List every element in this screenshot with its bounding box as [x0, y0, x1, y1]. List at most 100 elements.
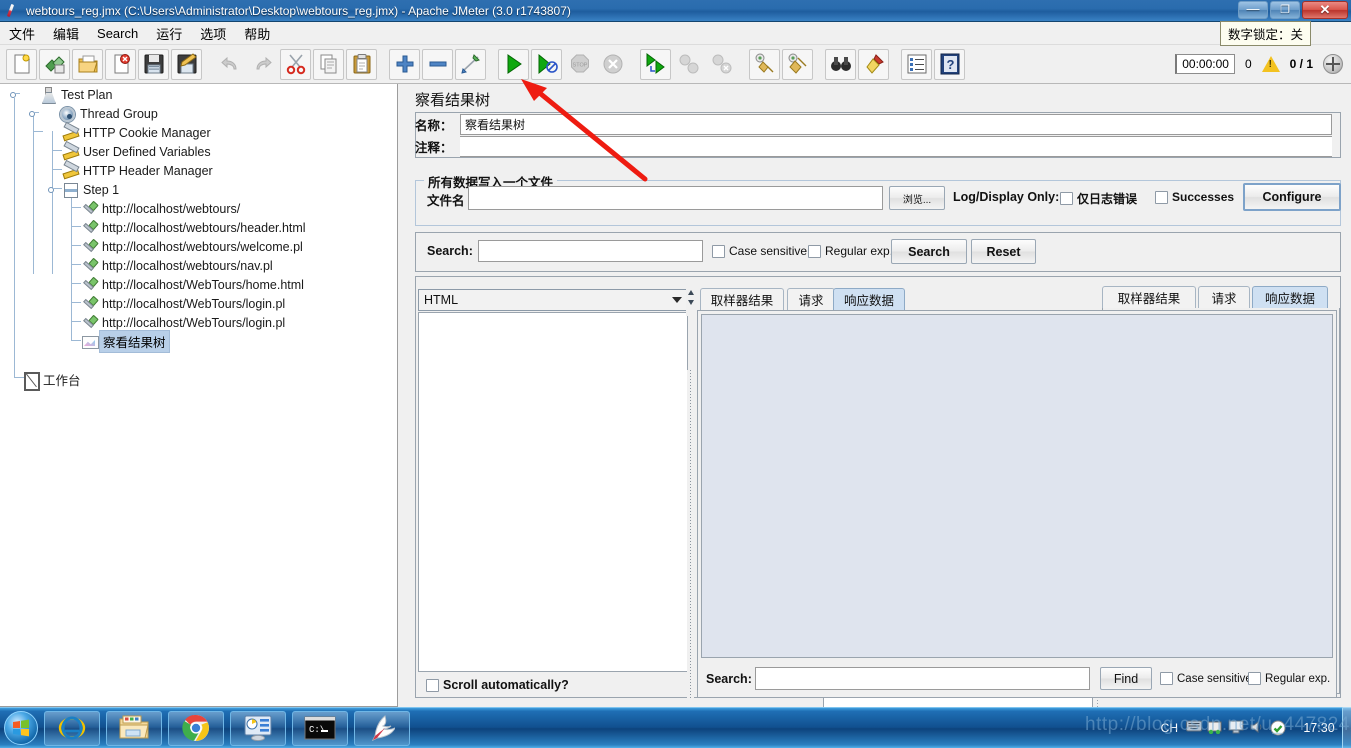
- errors-only-checkbox[interactable]: 仅日志错误: [1060, 190, 1137, 207]
- tree-node-user-defined-variables[interactable]: User Defined Variables: [62, 142, 211, 161]
- undo-button[interactable]: [214, 49, 245, 80]
- open-button[interactable]: [72, 48, 103, 80]
- comment-input[interactable]: [460, 136, 1332, 157]
- regular-exp-checkbox[interactable]: Regular exp.: [808, 244, 893, 258]
- tree-node-view-results-tree[interactable]: 察看结果树: [81, 330, 170, 353]
- tree-line: [71, 321, 81, 322]
- search-button[interactable]: Search: [891, 239, 967, 264]
- response-search-input[interactable]: [755, 667, 1090, 690]
- successes-checkbox[interactable]: Successes: [1155, 190, 1234, 204]
- inner-splitter-buttons[interactable]: [686, 286, 695, 316]
- help-button[interactable]: ?: [934, 48, 965, 80]
- tree-expand-handle-step1[interactable]: [48, 184, 58, 193]
- tree-node-workbench[interactable]: 工作台: [22, 370, 81, 391]
- clear-all-button[interactable]: [782, 48, 813, 80]
- menu-edit[interactable]: 编辑: [44, 22, 88, 45]
- menu-file[interactable]: 文件: [0, 22, 44, 45]
- tree-node-http-header-manager[interactable]: HTTP Header Manager: [62, 161, 213, 180]
- clear-button[interactable]: [749, 48, 780, 80]
- tab-response-data[interactable]: 响应数据: [1252, 286, 1328, 308]
- paste-button[interactable]: [346, 48, 377, 80]
- test-plan-tree[interactable]: Test Plan Thread Group HTTP Cookie Manag…: [0, 84, 398, 707]
- close-button[interactable]: ✕: [1302, 1, 1348, 19]
- taskbar-internet-explorer[interactable]: [44, 710, 100, 746]
- save-as-button[interactable]: [171, 48, 202, 80]
- tree-node-test-plan[interactable]: Test Plan: [40, 85, 112, 104]
- tree-expand-handle-thread-group[interactable]: [29, 108, 39, 117]
- remote-shutdown-all-button[interactable]: [706, 49, 737, 80]
- response-case-sensitive-checkbox[interactable]: Case sensitive: [1160, 672, 1252, 685]
- splitter-down-arrow-icon[interactable]: [688, 300, 694, 305]
- reset-button[interactable]: Reset: [971, 239, 1036, 264]
- function-helper-button[interactable]: [901, 48, 932, 80]
- stop-button[interactable]: STOP: [564, 49, 595, 80]
- name-input[interactable]: 察看结果树: [460, 114, 1332, 135]
- save-button[interactable]: [138, 48, 169, 80]
- tab-response-data-2[interactable]: 响应数据: [833, 288, 905, 310]
- tree-node-sampler[interactable]: http://localhost/WebTours/home.html: [81, 275, 304, 294]
- taskbar-control-panel[interactable]: [230, 710, 286, 746]
- tree-node-sampler[interactable]: http://localhost/webtours/welcome.pl: [81, 237, 303, 256]
- response-find-button[interactable]: Find: [1100, 667, 1152, 690]
- tree-node-http-cookie-manager[interactable]: HTTP Cookie Manager: [62, 123, 211, 142]
- chevron-down-icon[interactable]: [667, 290, 687, 310]
- menu-search[interactable]: Search: [88, 24, 147, 43]
- results-list-view[interactable]: [418, 312, 688, 672]
- tree-node-sampler[interactable]: http://localhost/webtours/nav.pl: [81, 256, 273, 275]
- configure-button[interactable]: Configure: [1243, 183, 1341, 211]
- tab-label: 请求: [1211, 292, 1237, 306]
- start-no-pauses-button[interactable]: [531, 48, 562, 80]
- collapse-all-button[interactable]: [422, 48, 453, 80]
- tab-request-2[interactable]: 请求: [787, 288, 835, 310]
- menu-help[interactable]: 帮助: [235, 22, 279, 45]
- shutdown-button[interactable]: [597, 49, 628, 80]
- copy-button[interactable]: [313, 48, 344, 80]
- tree-node-sampler[interactable]: http://localhost/WebTours/login.pl: [81, 294, 285, 313]
- browse-button[interactable]: 浏览...: [889, 186, 945, 210]
- renderer-combo[interactable]: HTML: [418, 289, 688, 311]
- close-document-button[interactable]: [105, 48, 136, 80]
- tab-sampler-result-2[interactable]: 取样器结果: [700, 288, 784, 310]
- templates-button[interactable]: [39, 48, 70, 80]
- search-button[interactable]: [825, 48, 856, 80]
- tree-node-sampler[interactable]: http://localhost/webtours/header.html: [81, 218, 306, 237]
- cut-button[interactable]: [280, 48, 311, 80]
- remote-start-all-button[interactable]: [640, 48, 671, 80]
- search-reset-button[interactable]: [858, 48, 889, 80]
- taskbar-command-prompt[interactable]: C:\: [292, 710, 348, 746]
- splitter-up-arrow-icon[interactable]: [688, 290, 694, 295]
- inner-splitter-track[interactable]: [687, 370, 694, 700]
- tree-node-label: http://localhost/webtours/welcome.pl: [102, 239, 303, 254]
- warning-triangle-icon[interactable]: [1261, 56, 1280, 72]
- redo-button[interactable]: [247, 49, 278, 80]
- undo-arrow-icon: [220, 56, 237, 70]
- search-input[interactable]: [478, 240, 703, 262]
- menu-options[interactable]: 选项: [191, 22, 235, 45]
- errors-only-label: 仅日志错误: [1077, 192, 1138, 206]
- tab-request[interactable]: 请求: [1198, 286, 1250, 308]
- tree-node-sampler[interactable]: http://localhost/webtours/: [81, 199, 240, 218]
- filename-input[interactable]: [468, 186, 883, 210]
- tree-line: [52, 131, 53, 274]
- taskbar-jmeter[interactable]: [354, 710, 410, 746]
- taskbar-file-explorer[interactable]: [106, 710, 162, 746]
- tree-node-thread-group[interactable]: Thread Group: [59, 104, 158, 123]
- tree-node-step-1[interactable]: Step 1: [62, 180, 119, 199]
- response-data-text-area[interactable]: [701, 314, 1333, 658]
- start-button[interactable]: [498, 48, 529, 80]
- toggle-button[interactable]: [455, 48, 486, 80]
- minimize-button[interactable]: —: [1238, 1, 1268, 19]
- tab-sampler-result[interactable]: 取样器结果: [1102, 286, 1196, 308]
- menu-run[interactable]: 运行: [147, 22, 191, 45]
- taskbar-chrome[interactable]: [168, 710, 224, 746]
- new-button[interactable]: [6, 48, 37, 80]
- scroll-automatically-option[interactable]: Scroll automatically?: [426, 678, 569, 692]
- expand-all-button[interactable]: [389, 48, 420, 80]
- case-sensitive-checkbox[interactable]: Case sensitive: [712, 244, 807, 258]
- response-regular-exp-checkbox[interactable]: Regular exp.: [1248, 672, 1330, 685]
- remote-stop-all-button[interactable]: [673, 49, 704, 80]
- tree-expand-handle-test-plan[interactable]: [10, 89, 20, 98]
- windows-start-orb-icon[interactable]: [4, 711, 38, 745]
- restore-button[interactable]: ❐: [1270, 1, 1300, 19]
- main-splitter[interactable]: [398, 84, 405, 707]
